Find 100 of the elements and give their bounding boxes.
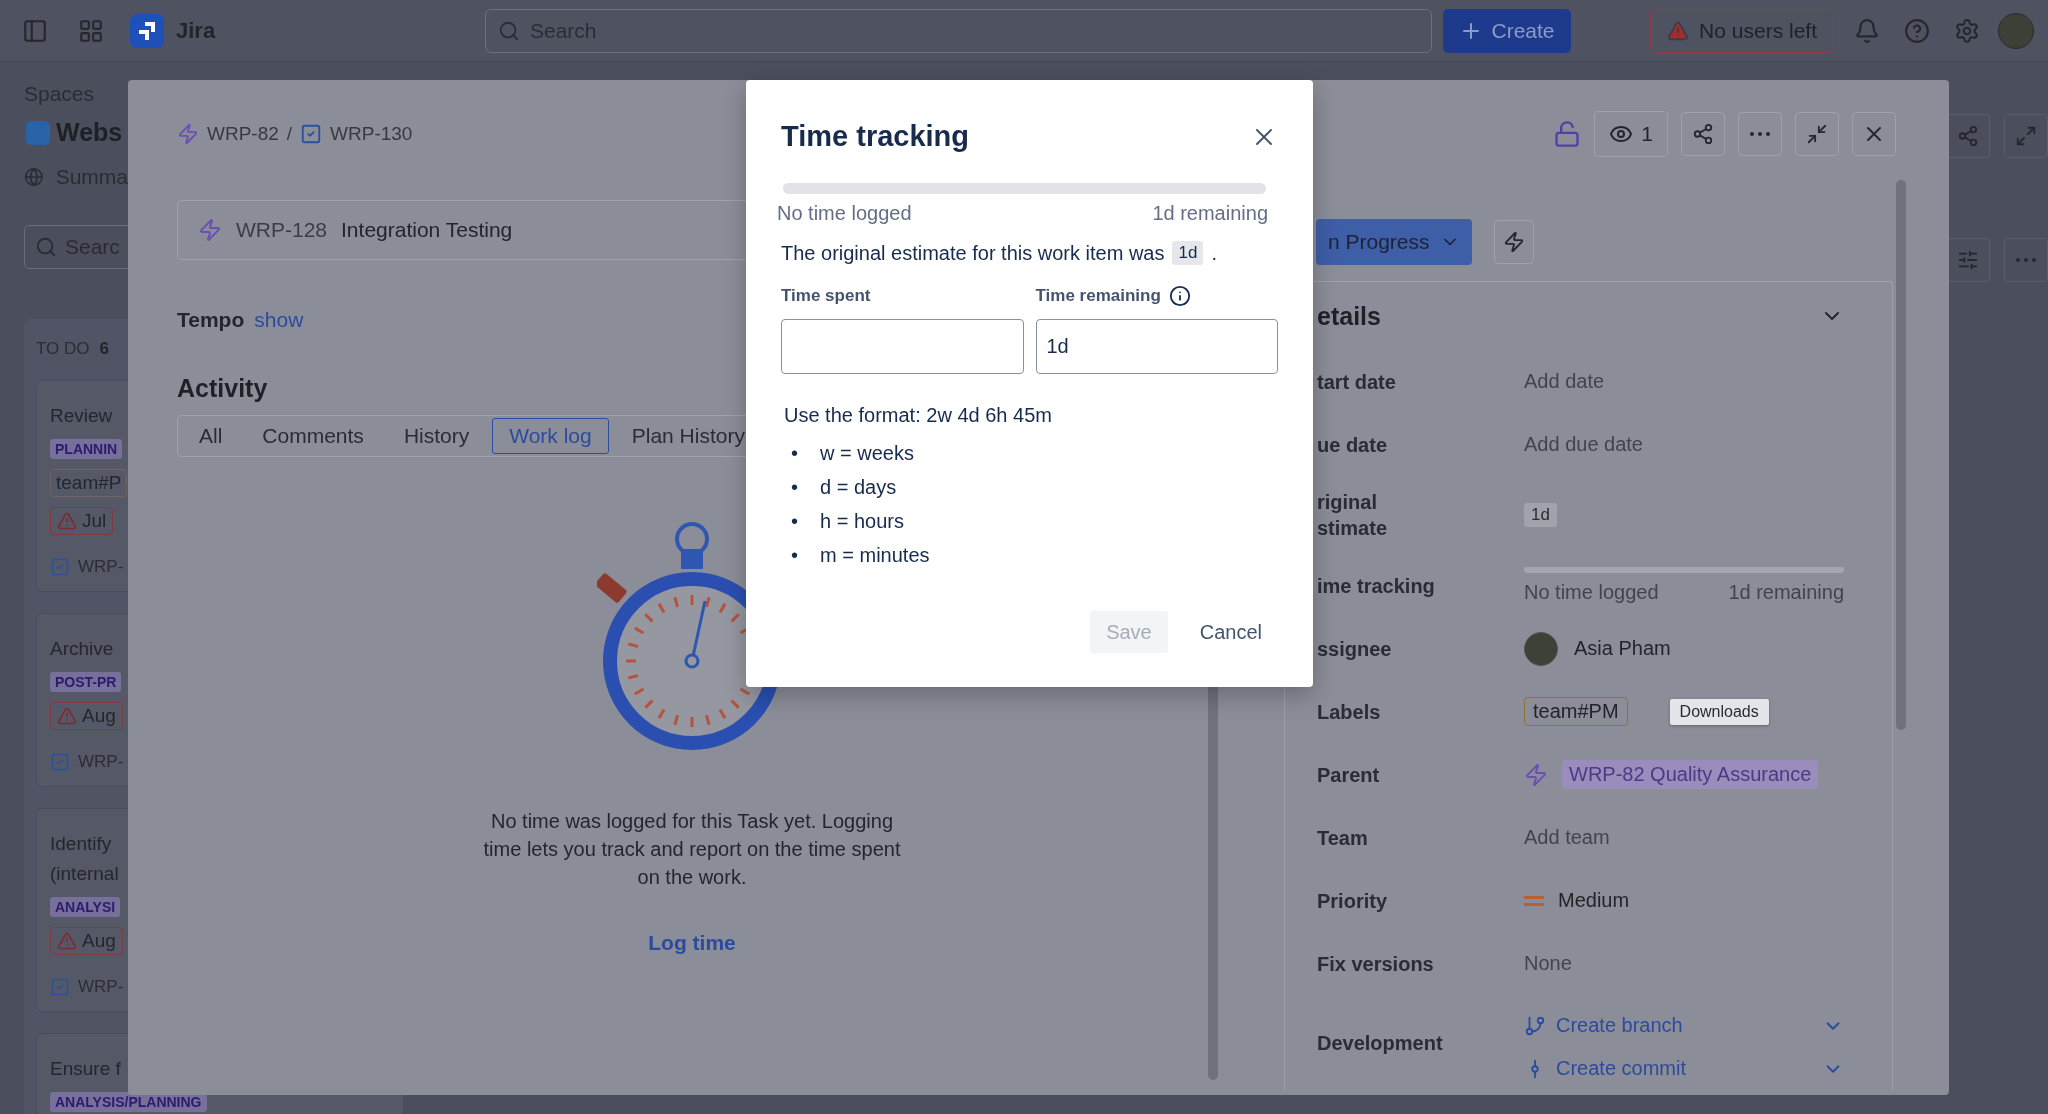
branch-icon [1524, 1014, 1546, 1037]
share-icon [1692, 123, 1714, 145]
expand-icon [2015, 125, 2037, 147]
task-checkbox-icon [50, 752, 70, 772]
activity-tab[interactable]: Plan History [614, 418, 762, 454]
watch-button[interactable]: 1 [1594, 111, 1668, 157]
status-button[interactable]: n Progress [1316, 219, 1472, 265]
log-time-link[interactable]: Log time [648, 931, 736, 955]
bullet: • [791, 475, 798, 499]
parent-link[interactable]: WRP-82 Quality Assurance [1562, 760, 1819, 789]
activity-tab[interactable]: Comments [245, 418, 381, 454]
create-commit-link[interactable]: Create commit [1524, 1057, 1687, 1080]
time-logged-text: No time logged [777, 202, 912, 225]
search-icon [35, 236, 57, 258]
field-label: Development [1317, 1031, 1444, 1056]
search-icon [498, 19, 520, 42]
field-value[interactable]: Add due date [1524, 433, 1844, 456]
card-tag: ANALYSI [50, 897, 121, 917]
field-label: ue date [1317, 432, 1389, 458]
field-label: ssignee [1317, 636, 1393, 662]
close-button[interactable] [1852, 112, 1896, 156]
scrollbar-thumb[interactable] [1896, 180, 1906, 730]
bullet: • [791, 543, 798, 567]
task-checkbox-icon [300, 123, 323, 145]
time-remaining-text: 1d remaining [1728, 581, 1844, 604]
lightning-icon [1502, 231, 1525, 253]
dialog-title: Time tracking [781, 120, 970, 153]
activity-heading: Activity [177, 374, 269, 403]
label-tag[interactable]: team#PM [1524, 697, 1628, 726]
lock-icon[interactable] [1553, 120, 1582, 148]
field-label: tart date [1317, 369, 1397, 395]
tempo-label: Tempo [177, 308, 245, 332]
time-input-field[interactable]: 1d [1035, 319, 1278, 374]
activity-tab[interactable]: Work log [492, 418, 609, 454]
space-icon [26, 120, 50, 145]
priority-medium-icon [1524, 895, 1544, 906]
lightning-icon [177, 123, 199, 145]
field-label: ime tracking [1317, 573, 1436, 599]
field-value[interactable]: Add team [1524, 826, 1844, 849]
estimate-chip: 1d [1524, 503, 1557, 527]
bullet: • [791, 509, 798, 533]
warning-icon [57, 706, 77, 726]
details-heading[interactable]: etails [1317, 301, 1381, 331]
breadcrumb-link[interactable]: WRP-82 [207, 123, 279, 145]
unit-list-item: m = minutes [820, 543, 930, 567]
lightning-icon [1524, 762, 1548, 787]
create-branch-link[interactable]: Create branch [1524, 1014, 1683, 1037]
card-tag: PLANNIN [50, 439, 123, 459]
field-value[interactable]: Add date [1524, 370, 1844, 393]
activity-tab[interactable]: History [386, 418, 487, 454]
unit-list-item: h = hours [820, 509, 904, 533]
due-date-chip: Aug [50, 702, 123, 730]
warning-icon [57, 931, 77, 951]
info-icon[interactable] [1168, 285, 1191, 307]
card-tag: POST-PR [50, 672, 122, 692]
work-item-key: WRP-128 [236, 218, 328, 242]
app-logo[interactable] [130, 13, 164, 48]
card-title: Review [50, 404, 113, 428]
more-icon [2016, 258, 2036, 262]
globe-icon [24, 165, 44, 189]
field-label: riginal stimate [1317, 490, 1389, 541]
cancel-button[interactable]: Cancel [1183, 611, 1278, 653]
card-title: Ensure f [50, 1057, 121, 1081]
unit-list-item: d = days [820, 475, 897, 499]
time-logged-text: No time logged [1524, 581, 1659, 604]
breadcrumb-link[interactable]: WRP-130 [330, 123, 413, 145]
field-label: Priority [1317, 888, 1389, 914]
card-title: Identify [50, 832, 112, 856]
field-label: Time remaining [1035, 286, 1161, 306]
field-label: Labels [1317, 699, 1382, 725]
bullet: • [791, 441, 798, 465]
minimize-button[interactable] [1795, 112, 1839, 156]
due-date-chip: Aug [50, 927, 123, 955]
share-icon [1957, 125, 1979, 147]
more-button[interactable] [1738, 112, 1782, 156]
task-checkbox-icon [50, 557, 70, 577]
time-remaining-text: 1d remaining [1152, 202, 1268, 225]
automation-button[interactable] [1493, 220, 1534, 264]
more-icon [1750, 132, 1770, 136]
lightning-icon [198, 218, 222, 242]
license-alert-button[interactable]: No users left [1650, 8, 1834, 53]
field-label: Parent [1317, 762, 1381, 788]
activity-tab[interactable]: All [182, 418, 240, 454]
priority-value[interactable]: Medium [1558, 889, 1630, 912]
sentence-period: . [1211, 241, 1217, 265]
create-button[interactable]: Create [1443, 8, 1571, 53]
card-title: Archive [50, 637, 114, 661]
minimize-icon [1806, 123, 1828, 145]
field-value[interactable]: None [1524, 952, 1844, 975]
tooltip: Downloads [1669, 698, 1769, 725]
expand-button[interactable] [2004, 114, 2048, 158]
show-link[interactable]: show [254, 308, 304, 332]
card-tag: ANALYSIS/PLANNING [50, 1092, 207, 1112]
field-label: Fix versions [1317, 951, 1435, 977]
warning-icon [57, 511, 77, 531]
share-button[interactable] [1681, 112, 1725, 156]
assignee-name[interactable]: Asia Pham [1574, 637, 1671, 660]
more-button[interactable] [2004, 238, 2048, 282]
time-input-field[interactable] [781, 319, 1024, 374]
user-avatar[interactable] [1998, 12, 2034, 49]
